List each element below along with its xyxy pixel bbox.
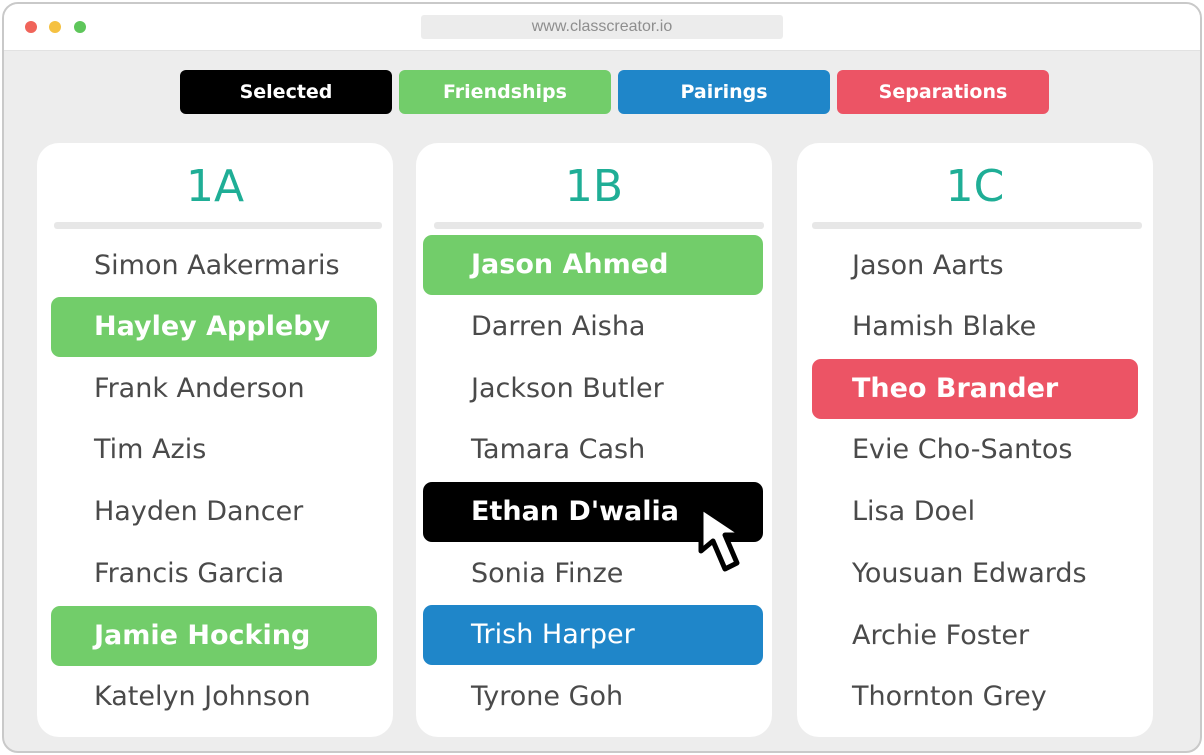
student-item[interactable]: Katelyn Johnson <box>51 667 377 727</box>
divider <box>812 222 1142 229</box>
zoom-window-button[interactable] <box>74 21 86 33</box>
browser-window: www.classcreator.io Selected Friendships… <box>2 2 1202 753</box>
divider <box>54 222 382 229</box>
student-item[interactable]: Evie Cho-Santos <box>812 420 1138 480</box>
student-item[interactable]: Yousuan Edwards <box>812 544 1138 604</box>
class-title: 1C <box>945 161 1005 212</box>
student-item[interactable]: Hamish Blake <box>812 297 1138 357</box>
legend-separations[interactable]: Separations <box>837 70 1049 114</box>
student-item-friendship[interactable]: Jason Ahmed <box>423 235 763 295</box>
student-item[interactable]: Darren Aisha <box>423 297 763 357</box>
class-card-1a: 1A Simon Aakermaris Hayley Appleby Frank… <box>37 143 393 737</box>
student-item[interactable]: Simon Aakermaris <box>51 236 377 296</box>
legend-pairings[interactable]: Pairings <box>618 70 830 114</box>
close-window-button[interactable] <box>25 21 37 33</box>
class-card-1c: 1C Jason Aarts Hamish Blake Theo Brander… <box>797 143 1153 737</box>
legend-friendships[interactable]: Friendships <box>399 70 611 114</box>
mouse-pointer-icon <box>698 504 746 572</box>
student-item[interactable]: Thornton Grey <box>812 667 1138 727</box>
student-item[interactable]: Tyrone Goh <box>423 667 763 727</box>
address-bar[interactable]: www.classcreator.io <box>421 15 783 39</box>
minimize-window-button[interactable] <box>49 21 61 33</box>
student-item[interactable]: Tim Azis <box>51 420 377 480</box>
student-item-pairing[interactable]: Trish Harper <box>423 605 763 665</box>
student-item[interactable]: Frank Anderson <box>51 359 377 419</box>
student-item[interactable]: Jackson Butler <box>423 359 763 419</box>
student-item-friendship[interactable]: Jamie Hocking <box>51 606 377 666</box>
class-title: 1B <box>564 161 624 212</box>
divider <box>434 222 764 229</box>
title-bar: www.classcreator.io <box>4 4 1200 51</box>
legend-selected[interactable]: Selected <box>180 70 392 114</box>
student-item[interactable]: Hayden Dancer <box>51 482 377 542</box>
student-item-separation[interactable]: Theo Brander <box>812 359 1138 419</box>
class-card-1b: 1B Jason Ahmed Darren Aisha Jackson Butl… <box>416 143 772 737</box>
class-title: 1A <box>185 161 245 212</box>
student-item-friendship[interactable]: Hayley Appleby <box>51 297 377 357</box>
student-item[interactable]: Jason Aarts <box>812 236 1138 296</box>
student-item[interactable]: Francis Garcia <box>51 544 377 604</box>
student-item[interactable]: Archie Foster <box>812 606 1138 666</box>
student-item[interactable]: Lisa Doel <box>812 482 1138 542</box>
student-item[interactable]: Tamara Cash <box>423 420 763 480</box>
